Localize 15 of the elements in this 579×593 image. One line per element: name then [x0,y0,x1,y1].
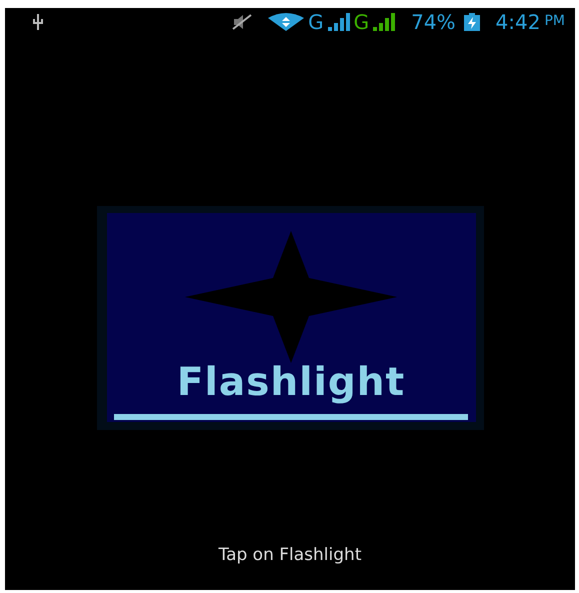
widget-title: Flashlight [176,363,406,402]
battery-charging-icon [464,13,480,31]
star-icon [185,231,397,363]
muted-speaker-icon [232,14,252,30]
battery-percentage: 74% [411,12,456,32]
network-type-label: G [308,12,324,32]
clock-time: 4:42 [496,12,540,32]
signal-icon [328,13,350,31]
clock-meridiem: PM [544,12,565,31]
flashlight-widget[interactable]: Flashlight [96,206,484,430]
usb-icon [31,14,45,30]
network-type-label: G [354,12,370,32]
signal-icon [373,13,396,31]
wifi-icon [268,13,304,31]
hint-text: Tap on Flashlight [218,544,362,567]
